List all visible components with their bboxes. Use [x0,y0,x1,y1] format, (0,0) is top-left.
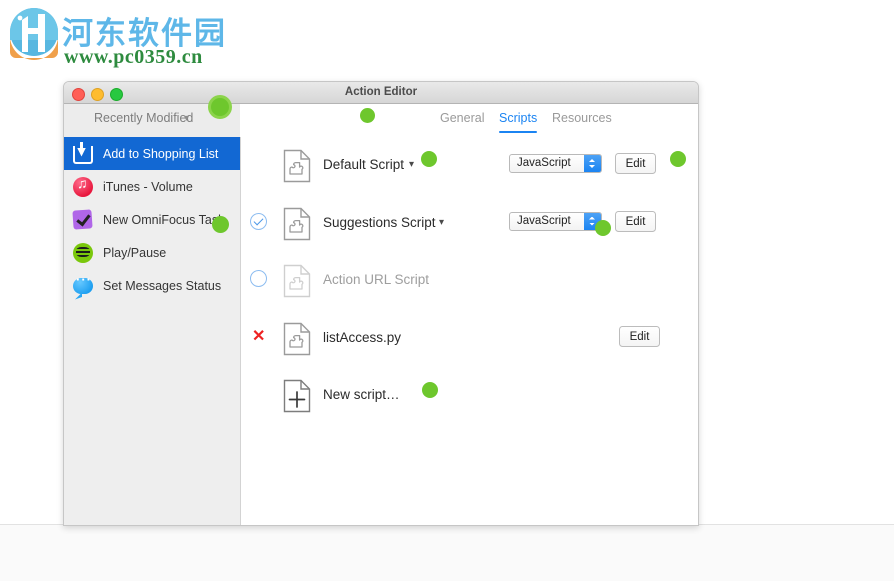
sidebar-item-itunes-volume[interactable]: iTunes - Volume [64,170,240,203]
sidebar-item-label: New OmniFocus Task [103,213,224,227]
window-title: Action Editor [64,82,698,103]
spotify-icon [73,242,95,264]
window-toolbar: Recently Modified ▾ General Scripts Reso… [64,104,698,137]
sidebar-item-play-pause[interactable]: Play/Pause [64,236,240,269]
edit-button[interactable]: Edit [619,326,660,347]
new-script-row[interactable]: New script… [241,367,698,425]
script-name: Suggestions Script [323,215,436,230]
annotation-new-omnifocus-task [212,216,229,233]
script-row[interactable]: Default Script ▾ JavaScript Edit [241,137,698,195]
sidebar-item-label: Play/Pause [103,246,166,260]
annotation-general-tab [360,108,375,123]
recently-modified-filter[interactable]: Recently Modified [94,111,193,125]
itunes-icon [73,176,95,198]
script-document-icon [283,207,311,241]
sidebar-item-label: Add to Shopping List [103,147,218,161]
scripts-list: Default Script ▾ JavaScript Edit Suggest… [241,137,698,525]
annotation-suggestions-language [595,220,611,236]
sidebar-item-set-messages-status[interactable]: Set Messages Status [64,269,240,302]
default-script-chevron-icon[interactable]: ▾ [409,159,414,170]
window-titlebar: Action Editor [64,82,698,104]
language-select[interactable]: JavaScript [509,212,602,231]
annotation-default-script-edit [670,151,686,167]
site-url: www.pc0359.cn [64,46,203,69]
chevron-down-icon[interactable]: ▾ [184,113,189,124]
script-document-icon [283,322,311,356]
sidebar-item-label: iTunes - Volume [103,180,193,194]
suggestions-script-chevron-icon[interactable]: ▾ [439,217,444,228]
new-script-plus-icon [283,379,311,413]
annotation-default-script-chevron [421,151,437,167]
error-x-icon: ✕ [252,329,265,345]
edit-button[interactable]: Edit [615,211,656,232]
script-row[interactable]: Suggestions Script ▾ JavaScript Edit [241,195,698,253]
omnifocus-icon [73,209,95,231]
script-name: Default Script [323,157,404,172]
script-name: Action URL Script [323,272,429,287]
tab-bar: General Scripts Resources [240,104,698,138]
script-error-indicator: ✕ [250,328,268,346]
site-logo-icon [8,6,60,62]
tab-general[interactable]: General [440,111,484,130]
annotation-recently-modified [208,95,232,119]
tab-resources[interactable]: Resources [552,111,612,130]
new-script-label: New script… [323,387,400,402]
language-select[interactable]: JavaScript [509,154,602,173]
script-row[interactable]: ✕ listAccess.py Edit [241,310,698,368]
page-background-band [0,524,894,581]
action-editor-window: Action Editor Recently Modified ▾ Genera… [63,81,699,526]
empty-circle-icon [250,270,267,287]
language-value: JavaScript [517,215,571,227]
check-circle-icon [250,213,267,230]
sidebar-item-label: Set Messages Status [103,279,221,293]
script-enabled-checkbox[interactable] [250,213,268,231]
script-row[interactable]: Action URL Script [241,252,698,310]
annotation-new-script [422,382,438,398]
script-document-icon [283,149,311,183]
messages-icon [73,275,95,297]
tab-scripts[interactable]: Scripts [499,111,537,130]
site-branding-header: 河东软件园 www.pc0359.cn [0,0,894,78]
edit-button[interactable]: Edit [615,153,656,174]
inbox-download-icon [73,143,95,165]
language-value: JavaScript [517,157,571,169]
script-name: listAccess.py [323,330,401,345]
script-document-icon [283,264,311,298]
actions-sidebar: Add to Shopping List iTunes - Volume New… [64,137,241,525]
sidebar-item-add-to-shopping-list[interactable]: Add to Shopping List [64,137,240,170]
stepper-icon[interactable] [584,155,601,172]
script-enabled-checkbox[interactable] [250,270,268,288]
